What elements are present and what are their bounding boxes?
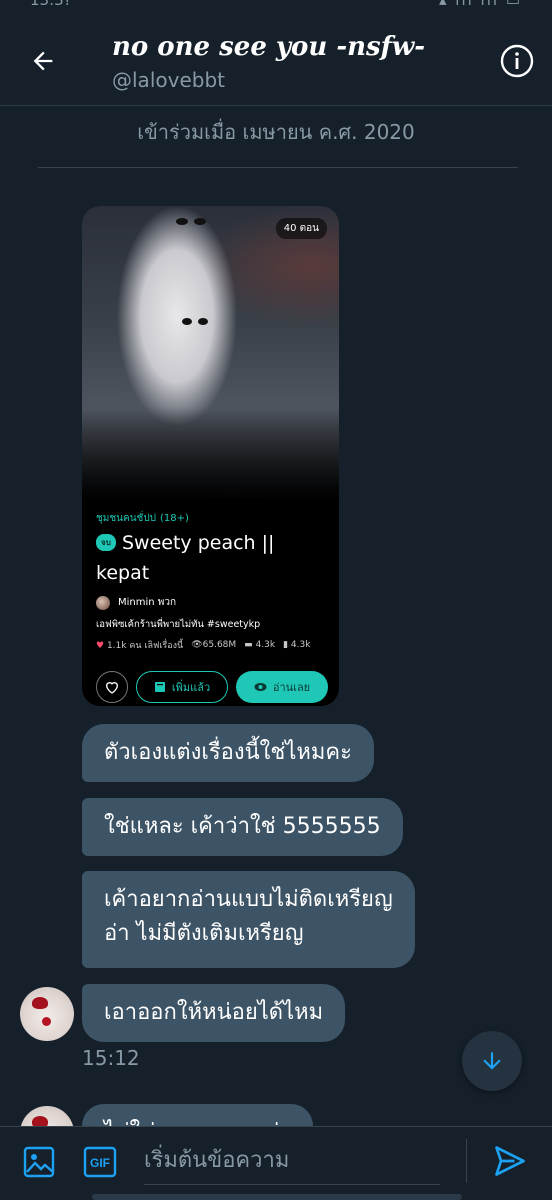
back-button[interactable]	[26, 44, 60, 78]
message-bubble[interactable]: ตัวเองแต่งเรื่องนี้ใช่ไหมคะ	[82, 724, 374, 782]
story-actions: เพิ่มแล้ว อ่านเลย	[96, 671, 328, 703]
list-icon: ▮	[283, 640, 289, 650]
author-avatar	[96, 595, 110, 610]
lists-stat: ▮ 4.3k	[283, 640, 310, 650]
ghost-eyes	[176, 218, 206, 226]
message-bubble[interactable]: เอาออกให้หน่อยได้ไหม	[82, 984, 346, 1042]
added-to-library-button[interactable]: เพิ่มแล้ว	[136, 671, 228, 703]
added-label: เพิ่มแล้ว	[171, 681, 211, 694]
story-description: เอฟพิซเค้กร้านพี่พายไม่ทัน #sweetykp	[96, 619, 261, 630]
conversation-title[interactable]: no one see you -nsfw-	[112, 32, 425, 62]
status-time: 13:3?	[30, 0, 72, 9]
conversation-header: no one see you -nsfw- @lalovebbt	[0, 10, 552, 106]
heart-icon: ♥	[96, 641, 105, 651]
cover-fade	[82, 406, 339, 501]
eye-icon: 👁	[191, 640, 203, 650]
message-bubble[interactable]: เค้าอยากอ่านแบบไม่ติดเหรียญ อ่า ไม่มีตัง…	[82, 871, 415, 968]
complete-tag: จบ	[96, 534, 116, 551]
comments-stat: ▬ 4.3k	[244, 640, 275, 650]
composer-divider	[466, 1139, 467, 1183]
shared-story-card[interactable]: 40 ตอน ชุมชนคนชั่ปป (18+) Sweety peach ||…	[82, 206, 339, 706]
author-name: Minmin พวก	[118, 597, 177, 608]
views-count: 65.68M	[202, 640, 237, 650]
divider	[38, 167, 518, 168]
comments-count: 4.3k	[255, 640, 276, 650]
likes-stat: ♥ 1.1k คน เลิฟเรื่องนี้	[96, 638, 183, 652]
scroll-to-bottom-button[interactable]	[462, 1031, 522, 1091]
message-text: เค้าอยากอ่านแบบไม่ติดเหรียญ อ่า ไม่มีตัง…	[104, 887, 393, 946]
rating-label: (18+)	[160, 513, 189, 524]
category-label: ชุมชนคนชั่ปป	[96, 513, 157, 524]
like-button[interactable]	[96, 671, 128, 703]
arrow-left-icon	[33, 51, 53, 71]
conversation-handle[interactable]: @lalovebbt	[112, 68, 225, 92]
info-button[interactable]	[500, 44, 534, 78]
gif-icon: GIF	[83, 1146, 117, 1178]
arrow-down-icon	[483, 1052, 501, 1070]
likes-count: 1.1k คน เลิฟเรื่องนี้	[106, 641, 184, 651]
story-cover-image[interactable]: 40 ตอน	[82, 206, 339, 501]
comment-icon: ▬	[244, 640, 253, 650]
heart-outline-icon	[105, 682, 119, 694]
episodes-badge: 40 ตอน	[275, 218, 327, 239]
story-title[interactable]: Sweety peach || kepat	[96, 528, 331, 588]
add-image-button[interactable]	[22, 1145, 56, 1179]
book-icon	[154, 682, 165, 692]
story-stats: ♥ 1.1k คน เลิฟเรื่องนี้ 👁65.68M ▬ 4.3k ▮…	[96, 638, 310, 652]
lists-count: 4.3k	[290, 640, 311, 650]
read-label: อ่านเลย	[272, 681, 311, 694]
story-author[interactable]: Minmin พวก	[96, 595, 176, 610]
status-bar: 13:3? ▴ ıll ıll ▭	[0, 0, 552, 10]
message-timestamp: 15:12	[82, 1046, 140, 1070]
eye-icon	[254, 683, 267, 691]
read-now-button[interactable]: อ่านเลย	[236, 671, 328, 703]
message-bubble[interactable]: ใช่แหละ เค้าว่าใช่ 5555555	[82, 798, 403, 856]
image-icon	[23, 1146, 55, 1178]
ghost-eyes	[182, 318, 208, 326]
home-indicator	[92, 1194, 462, 1200]
message-input[interactable]	[144, 1137, 440, 1185]
add-gif-button[interactable]: GIF	[83, 1145, 117, 1179]
story-category: ชุมชนคนชั่ปป (18+)	[96, 511, 189, 526]
info-icon	[500, 44, 534, 78]
views-stat: 👁65.68M	[191, 640, 236, 650]
joined-date: เข้าร่วมเมื่อ เมษายน ค.ศ. 2020	[137, 120, 415, 144]
send-button[interactable]	[492, 1143, 528, 1179]
status-icons: ▴ ıll ıll ▭	[438, 0, 522, 9]
avatar[interactable]	[20, 987, 74, 1041]
message-composer: GIF	[0, 1126, 552, 1200]
gif-label: GIF	[90, 1156, 110, 1170]
send-icon	[495, 1146, 525, 1176]
